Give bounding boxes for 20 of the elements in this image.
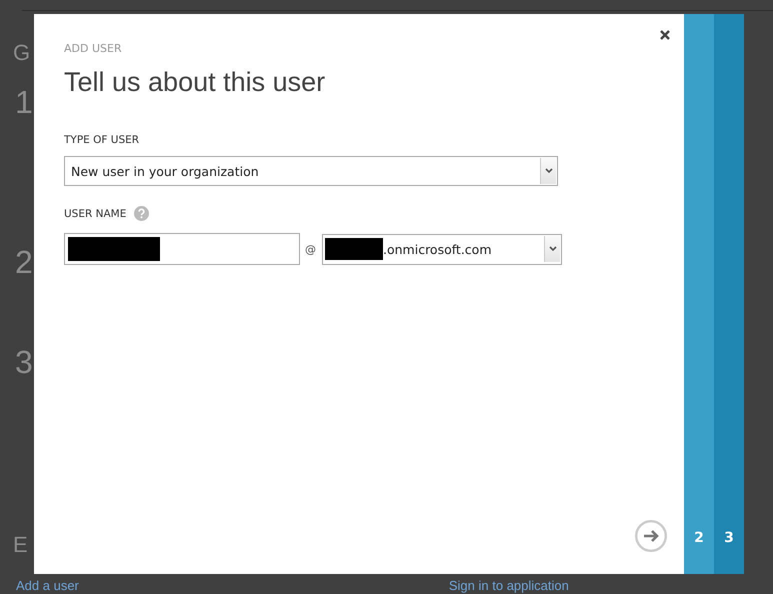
- wizard-step[interactable]: 2: [684, 14, 714, 574]
- caret-icon: [544, 168, 552, 174]
- close-icon[interactable]: [658, 28, 672, 42]
- wizard-step[interactable]: 3: [714, 14, 744, 574]
- page-link[interactable]: Sign in to application: [448, 578, 569, 593]
- caret-icon: [548, 246, 556, 252]
- page-link[interactable]: Add a user: [16, 578, 79, 593]
- domain-dropdown[interactable]: .onmicrosoft.com: [322, 234, 562, 264]
- step-number: 2: [15, 243, 33, 282]
- page-heading: G: [13, 40, 30, 66]
- dialog-caption: ADD USER: [64, 42, 123, 55]
- field-label: TYPE OF USER: [64, 134, 140, 146]
- at-sign: @: [305, 242, 316, 256]
- step-number: 1: [15, 83, 33, 122]
- user-name-field[interactable]: [64, 233, 300, 265]
- field-label: USER NAME: [64, 208, 126, 220]
- user-type-dropdown[interactable]: New user in your organization: [64, 156, 558, 186]
- section-heading: E: [13, 532, 28, 558]
- dialog-title: Tell us about this user: [64, 67, 326, 98]
- step-number: 3: [15, 343, 33, 382]
